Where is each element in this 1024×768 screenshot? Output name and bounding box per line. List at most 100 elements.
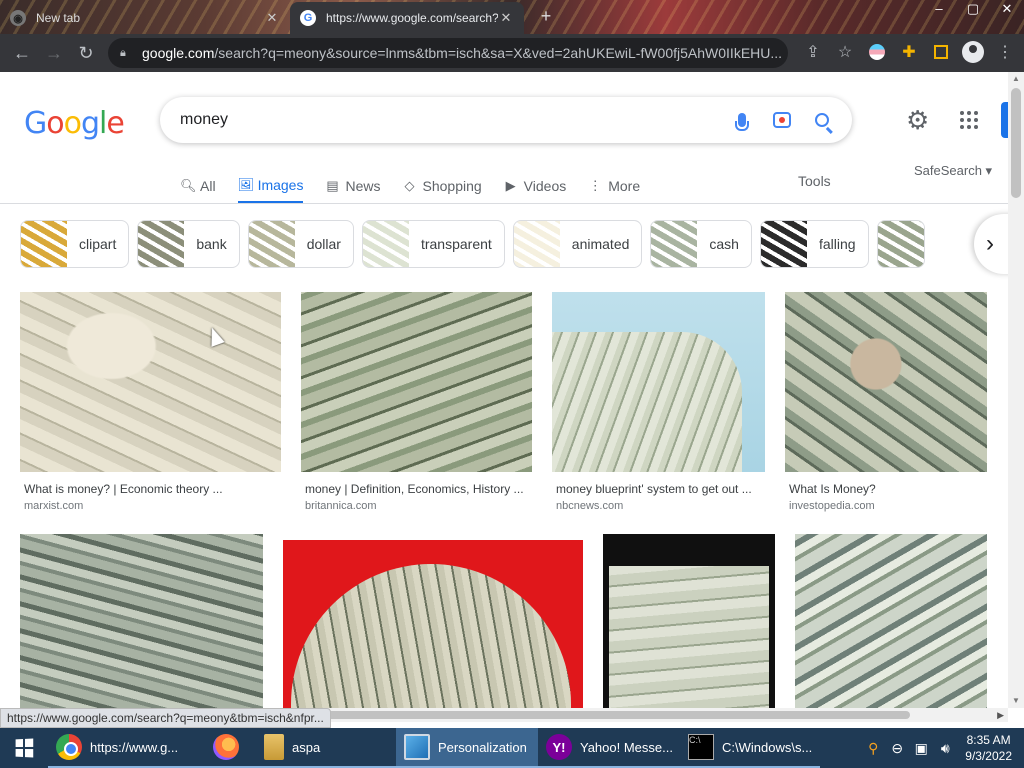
tab-label: News bbox=[345, 178, 381, 194]
image-result[interactable] bbox=[20, 534, 263, 708]
result-thumbnail[interactable] bbox=[552, 292, 765, 472]
result-thumbnail[interactable] bbox=[301, 292, 532, 472]
window-controls: – ▢ ✕ bbox=[922, 0, 1024, 20]
taskbar-chrome[interactable]: https://www.g... bbox=[48, 728, 196, 768]
google-logo[interactable]: Google bbox=[24, 106, 125, 141]
image-result[interactable]: money blueprint' system to get out ... n… bbox=[552, 292, 765, 512]
google-lens-camera-icon[interactable] bbox=[762, 100, 802, 140]
image-result[interactable]: What is money? | Economic theory ... mar… bbox=[20, 292, 281, 512]
chrome-icon bbox=[56, 734, 82, 760]
logo-letter: o bbox=[46, 106, 64, 141]
settings-gear-icon[interactable]: ⚙ bbox=[906, 106, 929, 134]
power-icon[interactable]: ⊖ bbox=[889, 740, 905, 757]
result-caption[interactable]: What is money? | Economic theory ... bbox=[20, 482, 281, 496]
result-caption[interactable]: What Is Money? bbox=[785, 482, 987, 496]
scroll-up-arrow-icon[interactable]: ▲ bbox=[1008, 72, 1024, 86]
scroll-right-arrow-icon[interactable]: ▶ bbox=[997, 708, 1004, 722]
chip-bank[interactable]: bank bbox=[137, 220, 240, 268]
tab-more[interactable]: ⋮ More bbox=[588, 168, 640, 204]
image-result[interactable]: money | Definition, Economics, History .… bbox=[301, 292, 532, 512]
search-input[interactable]: money bbox=[180, 111, 722, 129]
safesearch-dropdown[interactable]: SafeSearch ▾ bbox=[914, 163, 992, 179]
taskbar-label: Yahoo! Messe... bbox=[580, 739, 673, 755]
taskbar-firefox[interactable] bbox=[196, 728, 256, 768]
firefox-icon bbox=[213, 734, 239, 760]
result-thumbnail[interactable] bbox=[603, 534, 775, 708]
search-box[interactable]: money bbox=[160, 97, 852, 143]
image-result[interactable]: What Is Money? investopedia.com bbox=[785, 292, 987, 512]
image-result[interactable] bbox=[603, 534, 775, 708]
bookmark-star-icon[interactable]: ☆ bbox=[832, 37, 858, 67]
back-arrow-icon[interactable]: ← bbox=[6, 37, 38, 69]
tools-button[interactable]: Tools bbox=[798, 173, 831, 189]
network-icon[interactable]: ▣ bbox=[913, 740, 929, 757]
tab-all[interactable]: 🔍︎ All bbox=[180, 168, 216, 204]
result-thumbnail[interactable] bbox=[795, 534, 987, 708]
chip-clipart[interactable]: clipart bbox=[20, 220, 130, 268]
sign-in-button[interactable] bbox=[1001, 102, 1008, 138]
chip-thumbnail bbox=[138, 221, 185, 267]
image-result[interactable] bbox=[283, 540, 583, 708]
close-window-button[interactable]: ✕ bbox=[990, 0, 1024, 20]
chip-transparent[interactable]: transparent bbox=[361, 220, 505, 268]
taskbar-folder-aspa[interactable]: aspa bbox=[256, 728, 396, 768]
result-thumbnail[interactable] bbox=[20, 534, 263, 708]
yahoo-messenger-icon: Y! bbox=[546, 734, 572, 760]
taskbar-label: aspa bbox=[292, 739, 321, 755]
google-images-page: Google money ⚙ 🔍︎ All 🖼︎ Images ▤ News ◇ Sho… bbox=[0, 72, 1008, 708]
chip-thumbnail bbox=[760, 221, 807, 267]
extension-flag-icon[interactable] bbox=[864, 37, 890, 67]
minimize-button[interactable]: – bbox=[922, 0, 956, 20]
browser-tabstrip: ◉ New tab ✕ G https://www.google.com/sea… bbox=[0, 0, 1024, 34]
tab-label: Videos bbox=[523, 178, 567, 194]
profile-avatar-icon[interactable] bbox=[960, 37, 986, 67]
chip-falling[interactable]: falling bbox=[759, 220, 869, 268]
side-panel-icon[interactable] bbox=[928, 37, 954, 67]
scrollbar-thumb[interactable] bbox=[1011, 88, 1021, 198]
reload-icon[interactable]: ↻ bbox=[70, 37, 102, 69]
chip-label: animated bbox=[571, 236, 630, 252]
taskbar-cmd[interactable]: C:\ C:\Windows\s... bbox=[680, 728, 820, 768]
new-tab-button[interactable]: + bbox=[534, 6, 558, 28]
search-tray-icon[interactable]: ⚲ bbox=[865, 740, 881, 757]
tab-shopping[interactable]: ◇ Shopping bbox=[403, 168, 482, 204]
result-thumbnail[interactable] bbox=[785, 292, 987, 472]
browser-menu-icon[interactable]: ⋮ bbox=[992, 37, 1018, 67]
tab-images[interactable]: 🖼︎ Images bbox=[237, 168, 304, 204]
scroll-down-arrow-icon[interactable]: ▼ bbox=[1008, 694, 1024, 708]
result-thumbnail[interactable] bbox=[20, 292, 281, 472]
start-button[interactable] bbox=[0, 728, 48, 768]
vertical-scrollbar[interactable]: ▲ ▼ bbox=[1008, 72, 1024, 708]
search-submit-icon[interactable] bbox=[802, 100, 842, 140]
url-domain: google.com bbox=[142, 45, 215, 61]
chip-thumbnail bbox=[21, 221, 67, 267]
chip-dollar[interactable]: dollar bbox=[247, 220, 354, 268]
tab-close-icon[interactable]: ✕ bbox=[498, 10, 514, 26]
tab-news[interactable]: ▤ News bbox=[325, 168, 380, 204]
taskbar-yahoo-messenger[interactable]: Y! Yahoo! Messe... bbox=[538, 728, 680, 768]
tab-close-icon[interactable]: ✕ bbox=[264, 10, 280, 26]
chip-cash[interactable]: cash bbox=[650, 220, 752, 268]
chip-animated[interactable]: animated bbox=[512, 220, 643, 268]
tab-new-tab[interactable]: ◉ New tab ✕ bbox=[0, 2, 290, 34]
tab-title: https://www.google.com/search? bbox=[326, 11, 498, 25]
taskbar-clock[interactable]: 8:35 AM 9/3/2022 bbox=[961, 732, 1016, 764]
forward-arrow-icon[interactable]: → bbox=[38, 37, 70, 69]
tab-google-search[interactable]: G https://www.google.com/search? ✕ bbox=[290, 2, 524, 34]
tab-videos[interactable]: ▶ Videos bbox=[504, 168, 567, 204]
address-bar[interactable]: 🔒︎ google.com /search?q=meony&source=lnm… bbox=[108, 38, 788, 68]
result-caption[interactable]: money blueprint' system to get out ... bbox=[552, 482, 765, 496]
result-caption[interactable]: money | Definition, Economics, History .… bbox=[301, 482, 532, 496]
taskbar-label: Personalization bbox=[438, 739, 527, 755]
maximize-button[interactable]: ▢ bbox=[956, 0, 990, 20]
volume-icon[interactable]: 🔊︎ bbox=[937, 740, 953, 757]
result-thumbnail[interactable] bbox=[283, 540, 583, 708]
share-icon[interactable]: ⇪ bbox=[800, 37, 826, 67]
chip-thumbnail bbox=[877, 221, 924, 267]
image-result[interactable] bbox=[795, 534, 987, 708]
google-apps-grid-icon[interactable] bbox=[960, 111, 978, 129]
voice-search-mic-icon[interactable] bbox=[722, 100, 762, 140]
taskbar-personalization[interactable]: Personalization bbox=[396, 728, 538, 768]
extensions-puzzle-icon[interactable]: ✚ bbox=[896, 37, 922, 67]
chip-partial[interactable] bbox=[876, 220, 925, 268]
